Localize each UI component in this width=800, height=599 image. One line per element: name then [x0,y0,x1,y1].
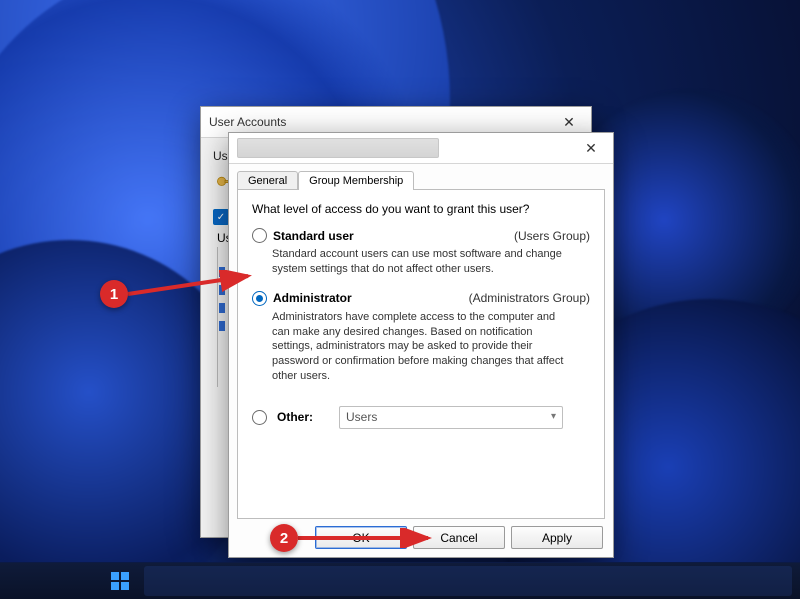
radio-other[interactable] [252,410,267,425]
radio-standard[interactable] [252,228,267,243]
list-item [219,303,225,313]
dialog-title-redacted [237,138,439,158]
windows-logo-icon [111,572,129,590]
close-icon[interactable]: ✕ [571,134,611,162]
combo-value: Users [346,410,377,424]
option-admin-group: (Administrators Group) [469,291,590,305]
back-window-title: User Accounts [209,115,286,129]
ok-button[interactable]: OK [315,526,407,549]
list-item [219,285,225,295]
dialog-titlebar[interactable]: ✕ [229,133,613,164]
start-button[interactable] [100,563,140,599]
apply-button[interactable]: Apply [511,526,603,549]
option-admin-desc: Administrators have complete access to t… [272,310,572,384]
list-item [219,321,225,331]
taskbar[interactable] [0,562,800,599]
chevron-down-icon: ▾ [551,411,556,422]
option-admin-label: Administrator [273,291,352,305]
option-standard-label: Standard user [273,229,354,243]
tab-strip: General Group Membership [229,164,613,189]
option-standard-desc: Standard account users can use most soft… [272,247,572,277]
tab-page: What level of access do you want to gran… [237,189,605,519]
option-other[interactable]: Other: Users ▾ [252,406,590,429]
option-administrator[interactable]: Administrator (Administrators Group) Adm… [252,291,590,384]
option-standard[interactable]: Standard user (Users Group) Standard acc… [252,228,590,277]
option-standard-group: (Users Group) [514,229,590,243]
group-membership-dialog: ✕ General Group Membership What level of… [228,132,614,558]
annotation-badge-2: 2 [270,524,298,552]
dialog-button-row: OK Cancel Apply [315,526,603,549]
access-question: What level of access do you want to gran… [252,202,590,216]
other-group-combo[interactable]: Users ▾ [339,406,563,429]
radio-administrator[interactable] [252,291,267,306]
taskbar-area[interactable] [144,566,792,596]
tab-group-membership[interactable]: Group Membership [298,171,414,190]
list-item [219,267,225,277]
annotation-badge-1: 1 [100,280,128,308]
checkbox-icon[interactable]: ✓ [213,209,229,225]
desktop: User Accounts ✕ User ✓ Us ✕ General Grou… [0,0,800,599]
cancel-button[interactable]: Cancel [413,526,505,549]
tab-general[interactable]: General [237,171,298,190]
option-other-label: Other: [277,410,313,424]
